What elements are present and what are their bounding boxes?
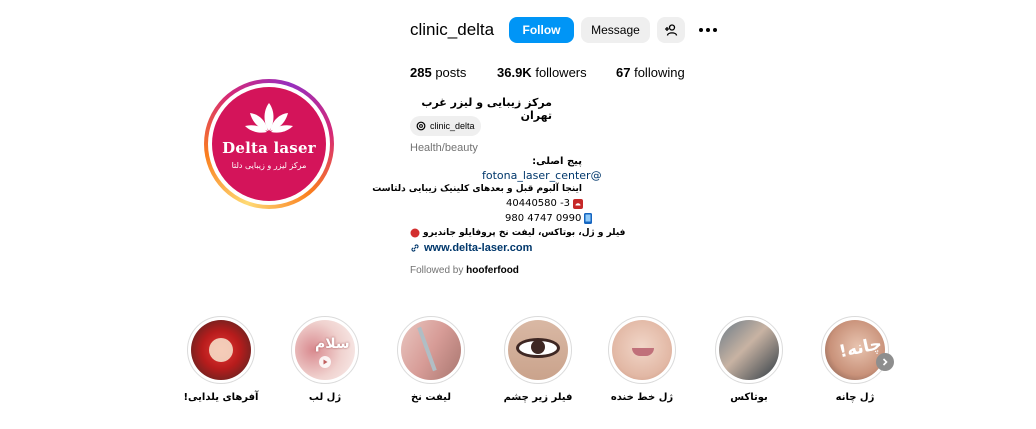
highlight-overlay-text: سلام (315, 336, 350, 352)
website-link[interactable]: www.delta-laser.com (410, 242, 532, 254)
followers-number: 36.9K (497, 65, 532, 80)
profile-username: clinic_delta (410, 20, 495, 39)
bio-services-line: فیلر و ژل، بوتاکس، لیفت نخ پروفایلو جاند… (410, 228, 625, 238)
pomegranate-shape (209, 338, 233, 362)
highlight-label: فیلر زیر چشم (503, 392, 573, 403)
mobile-icon (584, 213, 593, 224)
highlight-label: ژل لب (308, 392, 342, 403)
following-label: following (634, 65, 685, 80)
highlight-cover (401, 320, 461, 380)
following-link[interactable]: 67 following (616, 65, 685, 80)
avatar-logo: Delta laser مرکز لیزر و زیبایی دلتا (212, 87, 326, 201)
bio-phone-number: 40440580 -3 (506, 198, 571, 209)
suggest-users-button[interactable] (657, 17, 685, 43)
highlight-cover (191, 320, 251, 380)
highlight-chin-gel[interactable]: چانه! (821, 316, 889, 384)
following-number: 67 (616, 65, 631, 80)
red-dot-icon (410, 228, 420, 238)
add-user-icon (665, 24, 678, 36)
threads-icon (416, 121, 426, 131)
message-button[interactable]: Message (581, 17, 650, 43)
highlight-thread-lift[interactable] (397, 316, 465, 384)
highlight-cover (719, 320, 779, 380)
iris-shape (531, 340, 545, 354)
bio-album-text: اینجا آلبوم قبل و بعدهای کلینیک زیبایی د… (372, 184, 582, 194)
avatar-ring: Delta laser مرکز لیزر و زیبایی دلتا (208, 83, 330, 205)
highlight-lip-gel[interactable]: سلام (291, 316, 359, 384)
posts-label: posts (435, 65, 467, 80)
bio-services-text: فیلر و ژل، بوتاکس، لیفت نخ پروفایلو جاند… (423, 228, 626, 238)
threads-handle: clinic_delta (430, 121, 475, 131)
highlight-cover: چانه! (825, 320, 885, 380)
followers-label: followers (535, 65, 587, 80)
highlight-cover: سلام (295, 320, 355, 380)
highlight-label: لیفت نخ (410, 392, 452, 403)
highlight-label: آفرهای یلدایی! (183, 392, 259, 403)
bio-mobile-number: 980 4747 0990 (505, 213, 582, 224)
highlight-cover (612, 320, 672, 380)
highlight-cover (508, 320, 568, 380)
followed-by[interactable]: Followed by hooferfood (410, 265, 519, 276)
bio-mobile-line: 980 4747 0990 (505, 213, 593, 224)
phone-icon (573, 198, 584, 209)
highlight-label: ژل خط خنده (610, 392, 674, 403)
chevron-right-icon (882, 358, 888, 366)
posts-count[interactable]: 285 posts (410, 65, 466, 80)
lips-shape (632, 348, 654, 356)
followed-by-prefix: Followed by (410, 265, 467, 276)
profile-avatar[interactable]: Delta laser مرکز لیزر و زیبایی دلتا (204, 79, 334, 209)
avatar-brand-text: Delta laser (222, 139, 316, 157)
more-options-icon[interactable] (698, 25, 718, 35)
highlights-next-button[interactable] (876, 353, 894, 371)
highlight-label: بوتاکس (730, 392, 768, 403)
highlight-under-eye-filler[interactable] (504, 316, 572, 384)
posts-number: 285 (410, 65, 432, 80)
bio-main-page-label: پیج اصلی: (532, 156, 582, 167)
highlight-yalda-offers[interactable] (187, 316, 255, 384)
needle-shape (417, 326, 437, 372)
lotus-icon (245, 103, 293, 133)
website-url: www.delta-laser.com (424, 242, 533, 254)
followers-link[interactable]: 36.9K followers (497, 65, 587, 80)
followed-by-user: hooferfood (466, 265, 519, 276)
avatar-subtitle: مرکز لیزر و زیبایی دلتا (231, 161, 307, 170)
highlight-label: ژل چانه (835, 392, 875, 403)
bio-phone-line: 40440580 -3 (506, 198, 584, 209)
threads-badge[interactable]: clinic_delta (410, 116, 481, 136)
link-icon (411, 244, 419, 252)
follow-button[interactable]: Follow (509, 17, 574, 43)
highlight-smile-line-gel[interactable] (608, 316, 676, 384)
bio-mention-link[interactable]: fotona_laser_center@ (482, 169, 602, 182)
highlight-botox[interactable] (715, 316, 783, 384)
profile-category: Health/beauty (410, 142, 478, 154)
play-icon (319, 356, 331, 368)
